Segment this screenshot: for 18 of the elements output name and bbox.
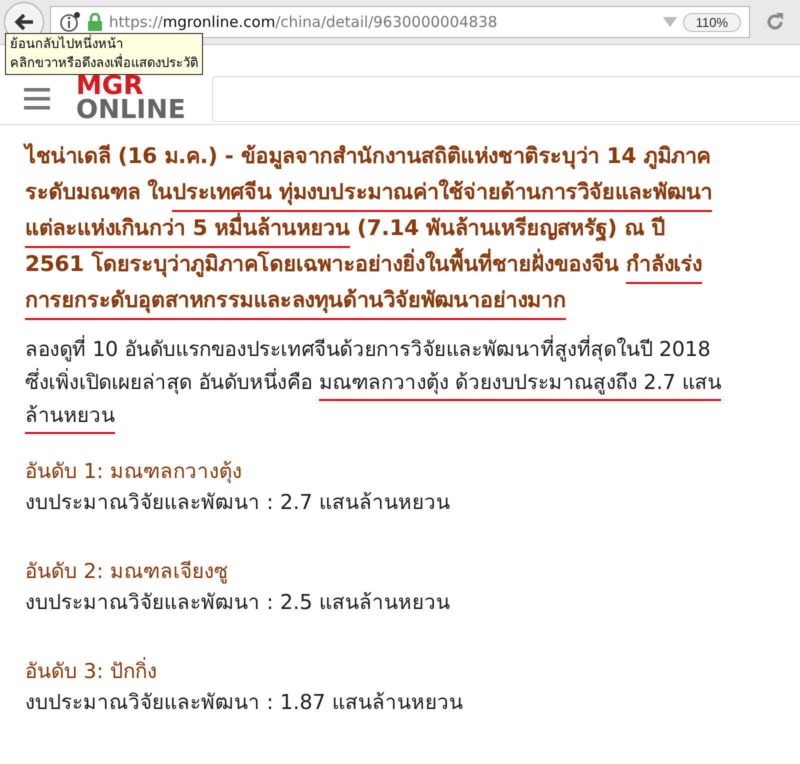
- lead-paragraph: ไชน่าเดลี (16 ม.ค.) - ข้อมูลจากสำนักงานสถิติแห่งชาติระบุว่า 14 ภูมิภาค ระดับมณฑล ในประเทศจีน ทุ่มงบประมาณค่าใช้จ่ายด้านการวิจัยและพัฒนา แต่ละแห่งเกินกว่า 5 หมื่นล้านหยวน (7.14 พันล้านเหรียญสหรัฐ) ณ ปี 2561 โดยระบุว่าภูมิภาคโดยเฉพาะอย่างยิ่งในพื้นที่ชายฝั่งของจีน กำลังเร่ง การยกระดับอุตสาหกรรมและลงทุนด้านวิจัยพัฒนาอย่างมาก: [25, 139, 790, 319]
- ranking-title: อันดับ 3: ปักกิ่ง: [25, 656, 158, 685]
- ranking-title: อันดับ 1: มณฑลกวางตุ้ง: [25, 458, 243, 486]
- back-arrow-icon: [13, 12, 35, 32]
- info-icon: [59, 11, 81, 33]
- ranking-budget: งบประมาณวิจัยและพัฒนา : 2.7 แสนล้านหยวน: [25, 489, 452, 516]
- search-field[interactable]: [212, 76, 800, 122]
- site-logo[interactable]: MGR ONLINE: [76, 74, 186, 122]
- url-text: https://mgronline.com/china/detail/9630000004838: [109, 13, 498, 31]
- dropdown-icon[interactable]: [662, 17, 677, 27]
- zoom-button[interactable]: 110%: [682, 12, 741, 32]
- menu-icon[interactable]: [24, 88, 50, 110]
- lock-icon: [87, 13, 103, 31]
- tooltip: ย้อนกลับไปหนึ่งหน้า คลิกขวาหรือดึงลงเพื่อแสดงประวัติ: [5, 33, 203, 75]
- body-paragraph: ลองดูที่ 10 อันดับแรกของประเทศจีนด้วยการวิจัยและพัฒนาที่สูงที่สุดในปี 2018 ซึ่งเพิ่งเปิดเผยล่าสุด อันดับหนึ่งคือ มณฑลกวางตุ้ง ด้วยงบประมาณสูงถึง 2.7 แสน ล้านหยวน: [25, 333, 790, 432]
- ranking-budget: งบประมาณวิจัยและพัฒนา : 2.5 แสนล้านหยวน: [25, 589, 452, 616]
- ranking-budget: งบประมาณวิจัยและพัฒนา : 1.87 แสนล้านหยวน: [25, 689, 464, 716]
- ranking-title: อันดับ 2: มณฑลเจียงซู: [25, 558, 229, 586]
